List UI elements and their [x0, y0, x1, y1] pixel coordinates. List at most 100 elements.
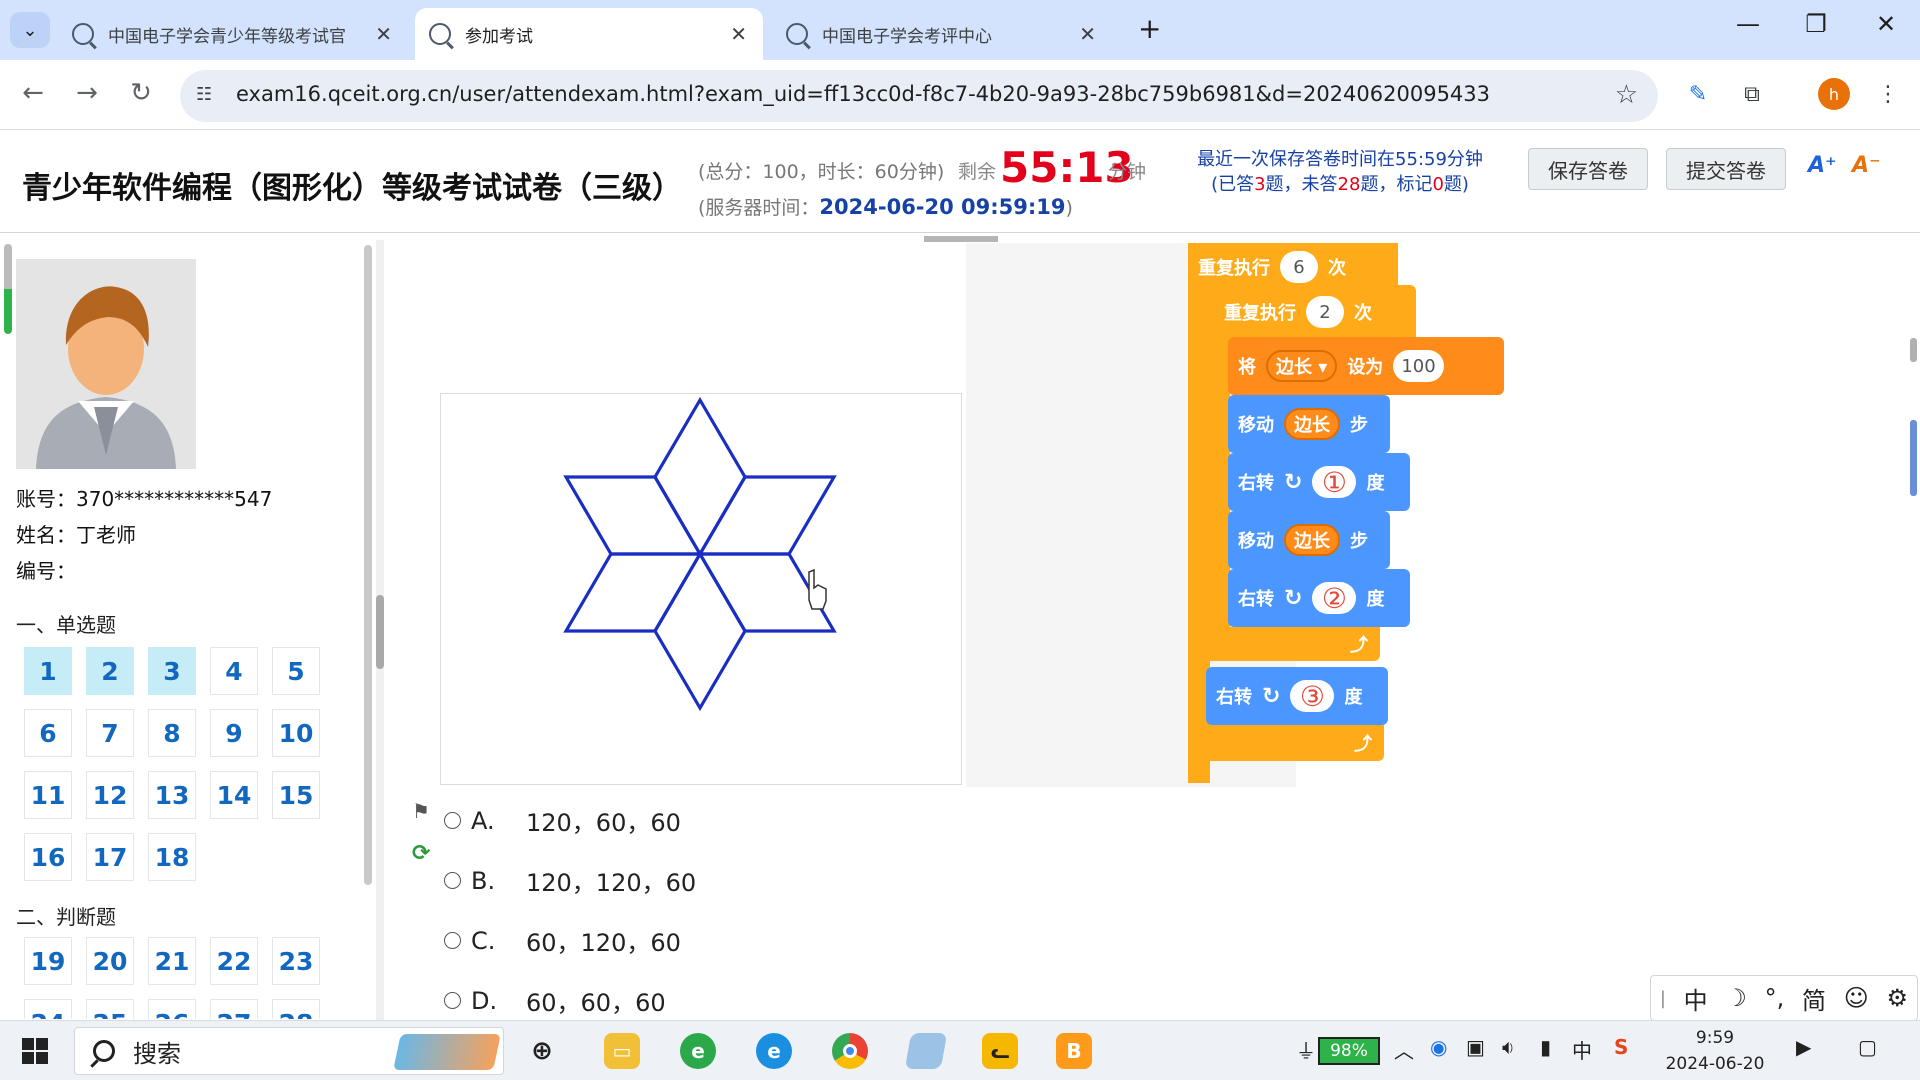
question-number-button[interactable]: 11 [24, 771, 72, 819]
question-number-button[interactable]: 18 [148, 833, 196, 881]
extension-icon[interactable]: ✎ [1682, 78, 1714, 110]
taskbar-search[interactable]: 搜索 [74, 1027, 504, 1075]
question-number-button[interactable]: 22 [210, 937, 258, 985]
app-icon[interactable]: B [1056, 1033, 1092, 1069]
question-number-button[interactable]: 27 [210, 999, 258, 1019]
question-number-button[interactable]: 1 [24, 647, 72, 695]
address-bar[interactable]: ☷ exam16.qceit.org.cn/user/attendexam.ht… [180, 70, 1658, 122]
question-number-button[interactable]: 25 [86, 999, 134, 1019]
microphone-icon[interactable]: ▮ [1540, 1035, 1551, 1059]
browser-tab[interactable]: 中国电子学会考评中心 ✕ [772, 8, 1112, 60]
notepad-app-icon[interactable] [904, 1033, 948, 1069]
menu-kebab-icon[interactable]: ⋮ [1872, 78, 1904, 110]
show-desktop-icon[interactable]: ▶ [1796, 1035, 1811, 1059]
system-clock[interactable]: 9:59 2024-06-20 [1660, 1025, 1770, 1077]
extensions-puzzle-icon[interactable]: ⧉ [1736, 78, 1768, 110]
minimize-button[interactable]: — [1728, 10, 1768, 38]
save-answers-button[interactable]: 保存答卷 [1528, 148, 1648, 190]
browser-tab[interactable]: 中国电子学会青少年等级考试官 ✕ [58, 8, 408, 60]
page-scrollbar-thumb[interactable] [1910, 420, 1917, 496]
option-d[interactable]: D. 60，60，60 [444, 983, 666, 1018]
radio-button[interactable] [444, 992, 461, 1009]
question-number-button[interactable]: 15 [272, 771, 320, 819]
bookmark-star-icon[interactable]: ☆ [1615, 80, 1638, 110]
flag-icon[interactable]: ⚑ [412, 799, 430, 823]
font-increase-icon[interactable]: A⁺ [1808, 153, 1837, 178]
ime-simplified-toggle[interactable]: 简 [1802, 981, 1826, 1016]
browser-tab-active[interactable]: 参加考试 ✕ [415, 8, 763, 60]
horizontal-scroll-thumb[interactable] [924, 236, 998, 242]
radio-button[interactable] [444, 932, 461, 949]
question-number-button[interactable]: 14 [210, 771, 258, 819]
chrome-browser-icon[interactable] [832, 1033, 868, 1069]
question-number-button[interactable]: 13 [148, 771, 196, 819]
ime-punctuation-icon[interactable]: °, [1765, 984, 1785, 1012]
edge-browser-icon[interactable]: e [756, 1033, 792, 1069]
chevron-up-icon[interactable]: ︿ [1394, 1035, 1414, 1064]
question-number-button[interactable]: 9 [210, 709, 258, 757]
question-number-button[interactable]: 28 [272, 999, 320, 1019]
power-plug-icon[interactable]: ⏚ [1296, 1035, 1316, 1064]
question-number-button[interactable]: 17 [86, 833, 134, 881]
panel-scrollbar[interactable] [364, 245, 372, 885]
ime-halfwidth-icon[interactable]: ☽ [1725, 984, 1747, 1012]
radio-button[interactable] [444, 812, 461, 829]
question-number-button[interactable]: 2 [86, 647, 134, 695]
submit-answers-button[interactable]: 提交答卷 [1666, 148, 1786, 190]
ime-emoji-icon[interactable]: ☺ [1844, 984, 1869, 1012]
notification-icon[interactable]: ▢ [1858, 1035, 1877, 1059]
question-number-button[interactable]: 20 [86, 937, 134, 985]
question-number-button[interactable]: 12 [86, 771, 134, 819]
profile-avatar[interactable]: h [1818, 78, 1850, 110]
block-unit: 度 [1366, 589, 1385, 610]
ime-settings-icon[interactable]: ⚙ [1887, 984, 1909, 1012]
reload-button[interactable]: ↻ [124, 78, 158, 108]
question-number-button[interactable]: 3 [148, 647, 196, 695]
back-button[interactable]: ← [16, 78, 50, 108]
option-a[interactable]: A. 120，60，60 [444, 803, 681, 838]
sogou-input-icon[interactable]: S [1614, 1035, 1628, 1059]
forward-button[interactable]: → [70, 78, 104, 108]
close-icon[interactable]: ✕ [375, 22, 392, 46]
tab-search-dropdown[interactable]: ⌄ [10, 12, 50, 48]
close-icon[interactable]: ✕ [730, 22, 747, 46]
font-decrease-icon[interactable]: A⁻ [1852, 153, 1881, 178]
ime-language-toggle[interactable]: 中 [1684, 981, 1708, 1016]
question-number-button[interactable]: 4 [210, 647, 258, 695]
zoom-magnifier-icon[interactable]: ⊕ [524, 1033, 560, 1069]
block-unit: 步 [1350, 415, 1368, 436]
question-number-button[interactable]: 23 [272, 937, 320, 985]
question-number-button[interactable]: 5 [272, 647, 320, 695]
question-number-button[interactable]: 21 [148, 937, 196, 985]
question-number-button[interactable]: 7 [86, 709, 134, 757]
close-icon[interactable]: ✕ [1079, 22, 1096, 46]
volume-icon[interactable]: 🔉︎ [1502, 1035, 1515, 1059]
restore-button[interactable]: ❐ [1796, 10, 1836, 38]
new-tab-button[interactable]: + [1138, 12, 1161, 45]
option-b[interactable]: B. 120，120，60 [444, 863, 696, 898]
question-number-button[interactable]: 6 [24, 709, 72, 757]
question-number-button[interactable]: 26 [148, 999, 196, 1019]
file-explorer-icon[interactable]: ▭ [604, 1033, 640, 1069]
question-number-button[interactable]: 10 [272, 709, 320, 757]
window-close-button[interactable]: ✕ [1866, 10, 1906, 38]
scratch-cat-icon[interactable]: ᓚ [982, 1033, 1018, 1069]
ime-indicator[interactable]: 中 [1572, 1035, 1592, 1064]
ie-browser-icon[interactable]: e [680, 1033, 716, 1069]
battery-indicator[interactable]: 98% [1318, 1037, 1380, 1065]
radio-button[interactable] [444, 872, 461, 889]
question-number-button[interactable]: 24 [24, 999, 72, 1019]
question-number-button[interactable]: 16 [24, 833, 72, 881]
splitter-handle[interactable] [376, 595, 384, 669]
page-scrollbar-upper[interactable] [1910, 338, 1917, 362]
network-icon[interactable]: ▣ [1466, 1035, 1485, 1059]
tray-app-icon[interactable]: ◉ [1430, 1035, 1447, 1059]
question-number-button[interactable]: 19 [24, 937, 72, 985]
question-number-button[interactable]: 8 [148, 709, 196, 757]
refresh-icon[interactable]: ⟳ [412, 841, 430, 866]
ime-drag-handle[interactable]: | [1660, 988, 1666, 1009]
start-button[interactable] [22, 1038, 48, 1064]
site-info-icon[interactable]: ☷ [196, 84, 220, 108]
option-letter: C. [471, 926, 496, 955]
option-c[interactable]: C. 60，120，60 [444, 923, 681, 958]
